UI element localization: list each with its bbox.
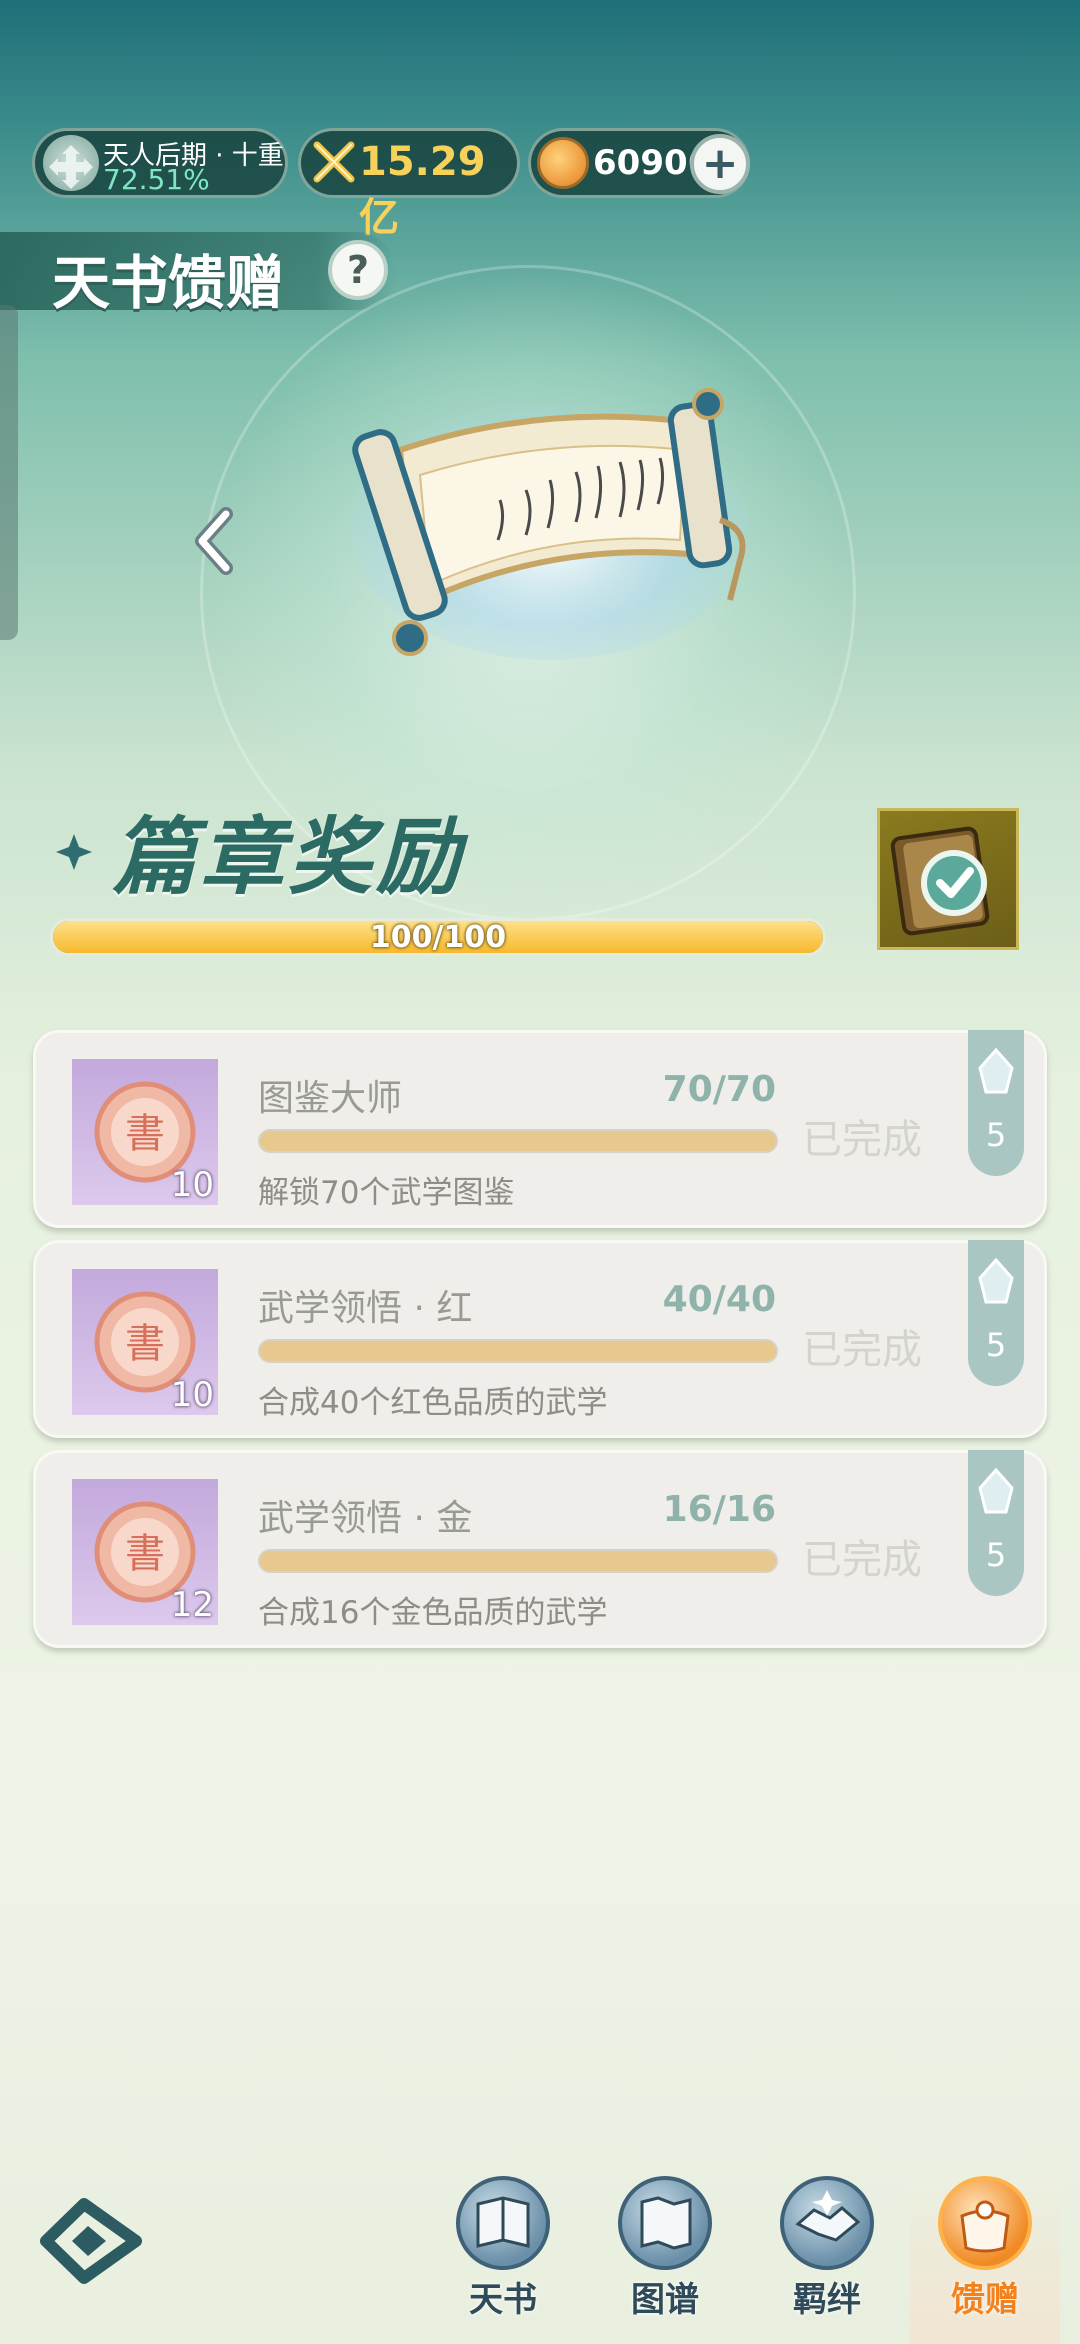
task-description: 合成16个金色品质的武学 [258,1595,608,1631]
reward-item[interactable]: 書 12 [72,1479,218,1625]
book-reward-icon [890,826,990,936]
crystal-icon [978,1047,1014,1094]
tag-count: 5 [985,1536,1007,1574]
task-status: 已完成 [802,1117,922,1163]
chapter-progress-text: 100/100 [369,919,507,955]
svg-text:書: 書 [125,1531,165,1577]
heavenly-scroll-illustration [340,380,760,660]
question-icon: ? [346,248,370,292]
sparkle-icon [54,832,94,872]
reward-count: 10 [170,1375,214,1415]
nav-label: 天书 [469,2280,537,2320]
realm-status[interactable]: 天人后期 · 十重 72.51% [32,128,288,198]
nav-icon-circle [456,2176,550,2270]
task-progress-bar [258,1339,778,1363]
avatar [43,135,99,191]
nav-tab-map-scroll[interactable]: 图谱 [590,2168,740,2344]
nav-tab-book[interactable]: 天书 [428,2168,578,2344]
task-name: 武学领悟 · 金 [258,1498,473,1539]
side-drawer-handle[interactable] [0,305,18,640]
task-ratio: 70/70 [662,1069,776,1110]
back-arrow-button[interactable] [186,506,246,576]
plus-icon: + [701,138,739,189]
task-ratio: 40/40 [662,1279,776,1320]
check-circle-icon [921,850,987,916]
nav-tab-handshake[interactable]: 羁绊 [752,2168,902,2344]
crystal-tag: 5 [968,1030,1024,1176]
task-card[interactable]: 書 10 图鉴大师 70/70 解锁70个武学图鉴 已完成 5 [33,1030,1047,1228]
crossed-swords-icon [311,139,357,185]
task-ratio: 16/16 [662,1489,776,1530]
task-description: 合成40个红色品质的武学 [258,1385,608,1421]
task-description: 解锁70个武学图鉴 [258,1175,515,1211]
task-card[interactable]: 書 10 武学领悟 · 红 40/40 合成40个红色品质的武学 已完成 5 [33,1240,1047,1438]
crystal-icon [978,1467,1014,1514]
task-name: 武学领悟 · 红 [258,1288,473,1329]
tag-count: 5 [985,1326,1007,1364]
chapter-reward-claimed[interactable] [877,808,1019,950]
svg-text:書: 書 [125,1321,165,1367]
chapter-progress-bar: 100/100 [50,918,826,956]
book-icon [476,2196,530,2248]
nav-label: 羁绊 [793,2280,861,2320]
section-heading: 篇章奖励 [112,808,465,906]
crystal-tag: 5 [968,1450,1024,1596]
map-scroll-icon [640,2196,692,2250]
gift-bag-icon [960,2200,1010,2253]
task-status: 已完成 [802,1537,922,1583]
nav-icon-circle [938,2176,1032,2270]
power-value: 15.29亿 [359,139,486,241]
help-button[interactable]: ? [328,240,388,300]
power-status: 15.29亿 [298,128,520,241]
handshake-icon [795,2190,861,2242]
nav-label: 图谱 [631,2280,699,2320]
nav-icon-circle [780,2176,874,2270]
reward-count: 10 [170,1165,214,1205]
menu-diamond-button[interactable] [36,2196,146,2286]
nav-tab-gift-bag[interactable]: 馈赠 [910,2168,1060,2344]
task-progress-bar [258,1549,778,1573]
crystal-tag: 5 [968,1240,1024,1386]
reward-item[interactable]: 書 10 [72,1059,218,1205]
task-status: 已完成 [802,1327,922,1373]
jade-coin-icon [537,137,589,189]
add-currency-button[interactable]: + [690,134,750,194]
realm-percent: 72.51% [103,163,210,196]
tag-count: 5 [985,1116,1007,1154]
task-card[interactable]: 書 12 武学领悟 · 金 16/16 合成16个金色品质的武学 已完成 5 [33,1450,1047,1648]
reward-item[interactable]: 書 10 [72,1269,218,1415]
task-name: 图鉴大师 [258,1078,403,1119]
page-title: 天书馈赠 [52,249,285,317]
task-progress-bar [258,1129,778,1153]
svg-text:書: 書 [125,1111,165,1157]
diamond-menu-icon [40,2198,142,2284]
crystal-icon [978,1257,1014,1304]
reward-count: 12 [170,1585,214,1625]
nav-label: 馈赠 [951,2280,1019,2320]
chevron-left-icon [195,507,233,575]
nav-icon-circle [618,2176,712,2270]
